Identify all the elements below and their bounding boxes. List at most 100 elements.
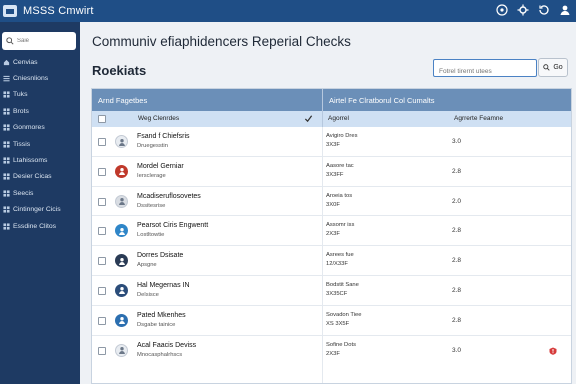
sidebar-item-label: Essdine Clitos [13, 222, 57, 230]
person-icon [115, 343, 128, 357]
grid-icon [3, 108, 10, 115]
sidebar-nav: Cenvias Cniesnlions Tuks Brots Gonmores Tissi… [0, 54, 80, 234]
row-agent-detail: 3X3FF [326, 171, 344, 178]
person-icon [115, 313, 128, 327]
refresh-icon[interactable] [537, 3, 551, 17]
grid-icon [3, 141, 10, 148]
column-header-score[interactable]: Agrrerte Feamne [454, 115, 503, 122]
table-row[interactable]: Pearsot Ciris Engwentt Lostltowtie Assomr … [92, 216, 571, 247]
row-subtitle: Dsgabe tainice [137, 321, 176, 328]
row-subtitle: Delsisce [137, 291, 159, 298]
sidebar-item-3[interactable]: Brots [0, 103, 80, 119]
row-score: 2.8 [452, 257, 462, 265]
row-name[interactable]: Mordel Gerniar [137, 163, 184, 170]
row-agent-detail: 2X3F [326, 231, 340, 238]
table-row[interactable]: Pated Mkenhes Dsgabe tainice Sovadon Tiee X… [92, 306, 571, 336]
sidebar-item-label: Tuks [13, 91, 28, 99]
row-checkbox[interactable] [98, 286, 106, 295]
grid-icon [3, 124, 10, 131]
table-row[interactable]: Fsand f Chiefsris Druegesstin Avigiro Dres… [92, 127, 571, 157]
app-logo-icon [3, 5, 17, 17]
filter-search-input[interactable] [434, 63, 536, 80]
table-row[interactable]: Acal Faacis Deviss Mnocasphalrhscs Sofine … [92, 336, 571, 366]
alert-icon[interactable] [549, 347, 557, 355]
settings-icon[interactable] [516, 3, 530, 17]
sidebar-item-label: Cenvias [13, 58, 38, 66]
row-agent: Assomr iss [326, 222, 355, 229]
sidebar-item-label: Desier Cicas [13, 173, 52, 181]
row-subtitle: Dssitesrise [137, 202, 166, 209]
table-row[interactable]: Mordel Gerniar Iersclerage Aasore tac 3X3FF… [92, 157, 571, 187]
sidebar-search[interactable] [2, 32, 76, 50]
table-column-header: Weg Clenrdes Agorrel Agrrerte Feamne [92, 111, 571, 127]
row-name[interactable]: Pearsot Ciris Engwentt [137, 222, 208, 229]
row-agent-detail: 3X3F [326, 142, 340, 148]
sidebar-item-8[interactable]: Seecis [0, 185, 80, 201]
sidebar-item-label: Tissis [13, 140, 31, 148]
go-button-label: Go [553, 64, 563, 71]
row-agent: Sofine Dots [326, 341, 356, 348]
row-name[interactable]: Acal Faacis Deviss [137, 342, 196, 349]
column-header-agent[interactable]: Agorrel [328, 115, 349, 122]
table-row[interactable]: Dorres Dsisate Apsgne Asrees fue 12/X33F 2.8 [92, 246, 571, 276]
row-checkbox[interactable] [98, 197, 106, 206]
select-all-checkbox[interactable] [98, 115, 106, 123]
row-agent: Sovadon Tiee [326, 311, 362, 318]
row-checkbox[interactable] [98, 227, 106, 236]
group-header-right: Airtel Fe Clratborul Col Cumalts [329, 96, 435, 105]
help-icon[interactable] [495, 3, 509, 17]
row-agent-detail: 12/X33F [326, 261, 348, 268]
list-icon [3, 75, 10, 82]
search-icon [543, 64, 550, 71]
sidebar-item-2[interactable]: Tuks [0, 87, 80, 103]
row-agent-detail: 3X35CF [326, 290, 348, 297]
row-name[interactable]: Hal Megernas IN [137, 282, 190, 289]
column-header-name[interactable]: Weg Clenrdes [138, 115, 179, 122]
sort-check-icon[interactable] [304, 114, 313, 123]
row-agent: Asrees fue [326, 252, 354, 259]
row-checkbox[interactable] [98, 138, 106, 146]
sidebar-item-9[interactable]: Cintinnger Cicis [0, 202, 80, 218]
person-icon [115, 135, 128, 148]
row-score: 3.0 [452, 346, 462, 354]
row-score: 3.0 [452, 138, 462, 145]
sidebar-item-10[interactable]: Essdine Clitos [0, 218, 80, 234]
results-table: Arnd Fagetbes Airtel Fe Clratborul Col C… [91, 88, 572, 384]
sidebar-item-6[interactable]: Ltahissoms [0, 152, 80, 168]
top-icons [495, 3, 572, 17]
home-icon [3, 59, 10, 66]
row-checkbox[interactable] [98, 257, 106, 266]
app-title: MSSS Cmwirt [23, 5, 94, 17]
sidebar-item-label: Brots [13, 107, 29, 115]
table-group-header: Arnd Fagetbes Airtel Fe Clratborul Col C… [92, 89, 571, 111]
filter-search-box[interactable] [433, 59, 537, 80]
row-name[interactable]: Fsand f Chiefsris [137, 133, 190, 140]
row-subtitle: Mnocasphalrhscs [137, 351, 183, 358]
sidebar: Cenvias Cniesnlions Tuks Brots Gonmores Tissi… [0, 22, 80, 384]
sidebar-item-7[interactable]: Desier Cicas [0, 169, 80, 185]
row-name[interactable]: Dorres Dsisate [137, 252, 183, 259]
person-icon [115, 224, 128, 238]
page-title: Communiv efiaphidencers Reperial Checks [92, 34, 351, 49]
go-button[interactable]: Go [538, 58, 568, 77]
table-row[interactable]: Mcadiseruflosovetes Dssitesrise Aroeia tos… [92, 187, 571, 217]
user-icon[interactable] [558, 3, 572, 17]
sidebar-item-5[interactable]: Tissis [0, 136, 80, 152]
sidebar-item-0[interactable]: Cenvias [0, 54, 80, 70]
sidebar-search-input[interactable] [17, 38, 73, 44]
row-checkbox[interactable] [98, 346, 106, 355]
row-name[interactable]: Mcadiseruflosovetes [137, 193, 201, 200]
search-icon [6, 37, 14, 45]
row-checkbox[interactable] [98, 167, 106, 176]
row-subtitle: Apsgne [137, 262, 157, 269]
sidebar-item-4[interactable]: Gonmores [0, 120, 80, 136]
sidebar-item-label: Cintinnger Cicis [13, 206, 61, 214]
row-agent-detail: 2X3F [326, 350, 340, 357]
person-icon [115, 254, 128, 268]
row-checkbox[interactable] [98, 316, 106, 325]
row-agent-detail: 3X0F [326, 201, 340, 208]
row-score: 2.8 [452, 167, 462, 175]
table-row[interactable]: Hal Megernas IN Delsisce Bodstit Sane 3X35C… [92, 276, 571, 306]
sidebar-item-1[interactable]: Cniesnlions [0, 70, 80, 86]
row-name[interactable]: Pated Mkenhes [137, 312, 186, 319]
